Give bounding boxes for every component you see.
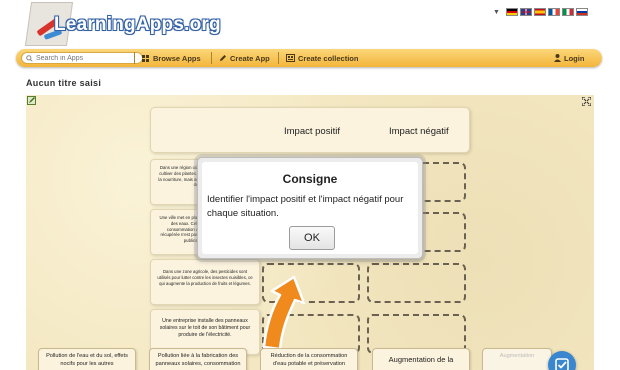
drag-hint-arrow-icon [262, 275, 306, 351]
answer-card[interactable]: Augmentation de la [372, 348, 470, 370]
nav-separator [278, 52, 279, 64]
nav-separator [134, 52, 135, 64]
it-flag-icon[interactable] [561, 8, 574, 16]
search-box[interactable] [21, 52, 143, 64]
dialog-title: Consigne [282, 172, 338, 186]
create-app-label: Create App [230, 53, 270, 63]
logo[interactable]: LearningApps.org [22, 2, 222, 48]
dialog-text: Identifier l'impact positif et l'impact … [207, 194, 404, 219]
column-header-card: Impact positif Impact négatif [150, 107, 470, 153]
ru-flag-icon[interactable] [575, 8, 588, 16]
column-header-negative: Impact négatif [389, 126, 449, 137]
column-header-positive: Impact positif [284, 126, 340, 137]
situation-card[interactable]: Dans une zone agricole, des pesticides s… [150, 259, 260, 305]
fr-flag-icon[interactable] [547, 8, 560, 16]
answer-card[interactable]: Pollution de l'eau et du sol, effets noc… [38, 348, 136, 370]
dropdown-arrow-icon[interactable]: ▼ [493, 9, 500, 16]
logo-text: LearningApps.org [54, 14, 221, 35]
pencil-icon [220, 55, 226, 61]
grid-icon [142, 54, 149, 62]
answer-card[interactable]: Augmentation [482, 348, 552, 370]
en-flag-icon[interactable] [519, 8, 532, 16]
create-app-link[interactable]: Create App [219, 52, 270, 64]
answer-card[interactable]: Réduction de la consommation d'eau potab… [260, 348, 358, 370]
check-icon [555, 358, 569, 370]
answer-card[interactable]: Pollution liée à la fabrication des pann… [149, 348, 247, 370]
dialog-body: Consigne Identifier l'impact positif et … [202, 162, 418, 254]
main-navbar: Browse Apps Create App Create collection… [16, 49, 602, 67]
login-label: Login [564, 53, 585, 63]
collection-icon [286, 54, 295, 62]
ok-button[interactable]: OK [289, 226, 335, 250]
user-icon [554, 54, 561, 62]
login-link[interactable]: Login [554, 52, 584, 64]
fullscreen-icon[interactable] [582, 97, 591, 106]
create-collection-link[interactable]: Create collection [286, 52, 358, 64]
page-title: Aucun titre saisi [26, 78, 102, 88]
de-flag-icon[interactable] [505, 8, 518, 16]
es-flag-icon[interactable] [533, 8, 546, 16]
browse-apps-link[interactable]: Browse Apps [142, 52, 201, 64]
drop-slot-negative[interactable] [367, 263, 466, 303]
language-selector[interactable]: ▼ [493, 7, 588, 17]
search-input[interactable] [36, 54, 136, 62]
nav-separator [211, 52, 212, 64]
check-answers-button[interactable] [548, 351, 576, 370]
browse-apps-label: Browse Apps [153, 53, 201, 63]
create-collection-label: Create collection [298, 53, 359, 63]
instruction-dialog: Consigne Identifier l'impact positif et … [197, 157, 423, 259]
edit-icon[interactable] [27, 96, 37, 106]
search-icon [26, 54, 33, 62]
